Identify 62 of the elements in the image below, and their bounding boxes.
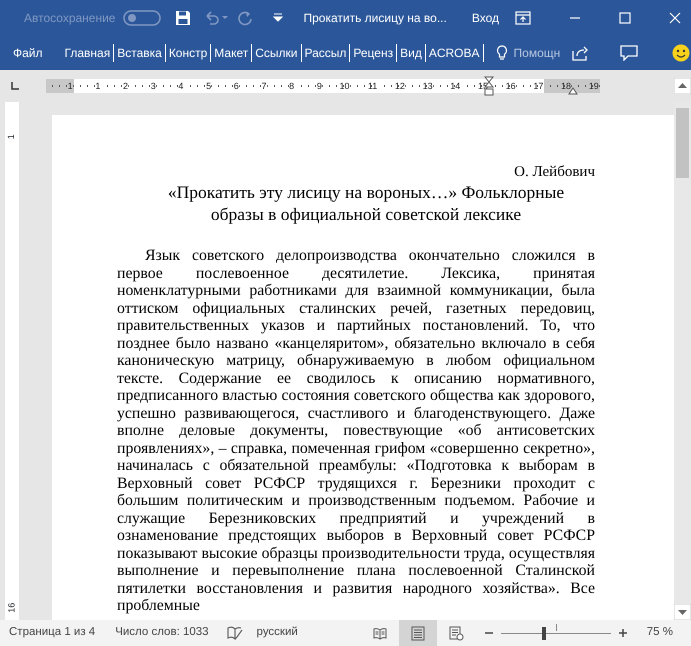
scroll-up-icon[interactable]	[674, 78, 691, 94]
ruler-number: 1	[5, 134, 18, 140]
scroll-down-icon[interactable]	[674, 604, 691, 620]
scrollbar-thumb[interactable]	[676, 108, 689, 178]
save-icon[interactable]	[175, 10, 192, 26]
document-heading: «Прокатить эту лисицу на вороных…» Фольклорные образы в официальной советской лексике	[166, 181, 566, 225]
ruler-number: 14	[434, 79, 462, 93]
ruler-number: 16	[5, 602, 18, 612]
print-layout-button[interactable]	[398, 620, 437, 646]
ruler-number: 13	[406, 79, 434, 93]
customize-caret-icon[interactable]	[273, 12, 284, 22]
ribbon-tab[interactable]: Рассыл	[302, 44, 350, 62]
ruler-number: 3	[129, 79, 157, 93]
ruler-number: 19	[572, 79, 600, 93]
close-icon[interactable]	[669, 12, 681, 24]
ribbon-tab[interactable]: Вид	[397, 44, 426, 62]
ribbon-tab[interactable]: Вставка	[114, 44, 166, 62]
ribbon-tab[interactable]: Макет	[211, 44, 252, 62]
autosave-label: Автосохранение	[24, 10, 116, 26]
share-icon[interactable]	[572, 44, 588, 60]
document-title: Прокатить лисицу на во...	[303, 10, 447, 26]
ruler-number: 8	[268, 79, 296, 93]
autosave-toggle[interactable]	[123, 10, 162, 26]
comment-icon[interactable]	[620, 44, 638, 60]
ruler-number: 1	[74, 79, 102, 93]
open-book-icon	[372, 626, 388, 640]
ruler-number: 9	[295, 79, 323, 93]
smiley-icon[interactable]	[672, 44, 690, 62]
tab-selector-icon[interactable]	[10, 81, 20, 91]
ribbon-tab[interactable]: Файл	[10, 44, 46, 62]
page-count[interactable]: Страница 1 из 4	[9, 624, 96, 642]
tell-me-field[interactable]: Помощн	[512, 42, 572, 62]
lightbulb-icon	[496, 44, 508, 60]
ruler-number: 12	[378, 79, 406, 93]
ruler-number: 18	[544, 79, 572, 93]
ruler-number: 1	[46, 79, 74, 93]
sign-in-button[interactable]: Вход	[468, 8, 502, 26]
page-lines-icon	[410, 626, 426, 640]
zoom-slider-thumb[interactable]	[542, 626, 546, 640]
language-label[interactable]: русский	[256, 624, 298, 642]
ruler-number: 10	[322, 79, 351, 93]
maximize-icon[interactable]	[619, 12, 631, 24]
ruler-number: 5	[184, 79, 212, 93]
ribbon-tab[interactable]: Реценз	[350, 44, 398, 62]
ruler-number: 11	[350, 79, 378, 93]
book-pencil-icon[interactable]	[226, 626, 243, 640]
ribbon-tab[interactable]: Констр	[166, 44, 212, 62]
page-lines-icon	[448, 626, 464, 640]
zoom-percent[interactable]: 75 %	[646, 624, 673, 642]
ribbon-display-icon[interactable]	[515, 10, 531, 24]
ruler-number: 17	[516, 79, 544, 93]
ruler-number: 2	[101, 79, 130, 93]
zoom-in-icon[interactable]	[618, 629, 627, 637]
ribbon-tab[interactable]: Ссылки	[252, 44, 302, 62]
ruler-number: 4	[156, 79, 184, 93]
word-count[interactable]: Число слов: 1033	[115, 624, 209, 642]
ribbon-tab[interactable]: ACROBA	[426, 44, 484, 62]
ribbon-tab[interactable]: Главная	[62, 44, 114, 62]
body-paragraph: Язык советского делопроизводства окончательно сложился в первое послевоенное десятилетие. Лексика, принятая номенклатурными работниками для взаимной коммуникации, была оттиском официальных сталинских речей, газетных передовиц, правительственных указов и партийных постановлений. То, что позднее было названо «канцеляритом», обязательно включало в себя каноническую матрицу, обнаруживаемую в любом официальном тексте. Содержание ее сводилось к описанию нормативного, предписанного властью состояния советского общества как здорового, успешно развивающегося, счастливого и благоденствующего. Даже вполне деловые документы, повествующие «об антисоветских проявлениях», – справка, помеченная грифом «совершенно секретно», начиналась с обязательной преамбулы: «Подготовка к выборам в Верховный совет РСФСР трудящихся г. Березники проходит с большим политическим и производственным подъемом. Рабочие и служащие Березниковских предприятий и учреждений в ознаменование предстоящих выборов в Верховный совет РСФСР показывают высокие образцы производительности труда, осуществляя выполнение и перевыполнение плана послевоенной Сталинской пятилетки восстановления и развития народного хозяйства». Все проблемные	[117, 247, 595, 614]
author-name: О. Лейбович	[513, 163, 595, 181]
ruler-number: 6	[212, 79, 240, 93]
ruler-number: 7	[240, 79, 268, 93]
